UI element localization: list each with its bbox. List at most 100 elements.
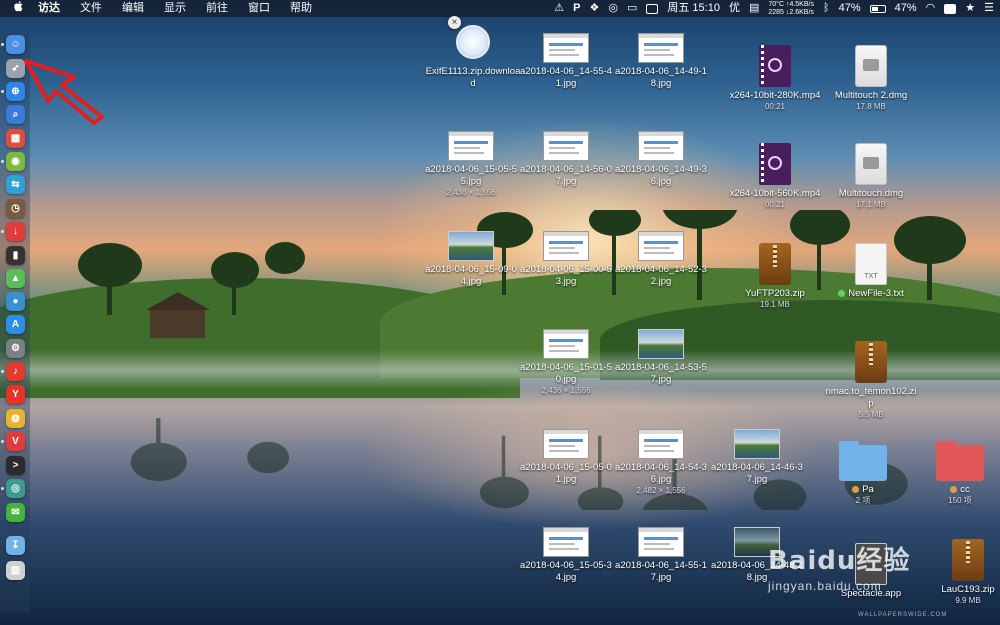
remote-icon[interactable]: ⇆	[6, 175, 25, 194]
square-icon[interactable]	[646, 3, 659, 14]
apple-menu-icon[interactable]	[14, 0, 24, 17]
bluetooth-icon[interactable]: ᛒ	[823, 0, 830, 17]
battery-icon[interactable]	[869, 4, 886, 13]
file-meta: 17.1 MB	[856, 200, 886, 209]
desktop-file[interactable]: YuFTP203.zip 19.1 MB	[727, 240, 823, 310]
file-name: x264-10bit-280K.mp4	[729, 90, 821, 101]
desktop-file[interactable]: a2018-04-06_15-05-01.jpg	[518, 426, 614, 486]
app-store-icon[interactable]: A	[6, 315, 25, 334]
desktop-file[interactable]: ExifE1113.zip.download	[425, 18, 521, 90]
chrome-icon[interactable]: ◍	[6, 409, 25, 428]
file-thumbnail-wrapper	[423, 128, 519, 164]
desktop-file[interactable]: nmac.to_temon102.zip 5.5 MB	[823, 338, 919, 420]
maps-icon[interactable]: ▲	[6, 269, 25, 288]
wechat-dock-icon[interactable]: ✉	[6, 503, 25, 522]
downloads-folder-icon[interactable]: ↧	[6, 536, 25, 555]
desktop-file[interactable]: x264-10bit-560K.mp4 00:21	[727, 140, 823, 210]
desktop-file[interactable]: a2018-04-06_14-52-32.jpg	[613, 228, 709, 288]
desktop-file[interactable]: a2018-04-06_15-05-34.jpg	[518, 524, 614, 584]
baidu-watermark: Baidu经验 jingyan.baidu.com	[768, 540, 948, 593]
activity-monitor-icon[interactable]: ▮	[6, 246, 25, 265]
battery-percent-1[interactable]: 47%	[839, 0, 861, 17]
clock-text[interactable]: 周五 15:10	[667, 0, 720, 17]
trash-icon[interactable]: ▥	[6, 561, 25, 580]
vivaldi-icon[interactable]: V	[6, 432, 25, 451]
glasses-icon[interactable]: ◎	[608, 0, 618, 17]
zip-archive-icon	[855, 341, 887, 383]
menu-view[interactable]: 显示	[164, 0, 186, 17]
desktop-file[interactable]: a2018-04-06_15-05-55.jpg 2,436 × 1,556	[423, 128, 519, 198]
finder-icon[interactable]: ☺	[6, 35, 25, 54]
file-name: Multitouch 2.dmg	[834, 90, 908, 101]
wechat-icon[interactable]: ❖	[589, 0, 599, 17]
desktop-file[interactable]: a2018-04-06_14-46-37.jpg	[709, 426, 805, 486]
file-meta: 150 项	[948, 496, 972, 505]
clock-icon[interactable]: ◷	[6, 199, 25, 218]
desktop-file[interactable]: Pa 2 项	[823, 441, 903, 506]
desktop-file[interactable]: a2018-04-06_14-54-36.jpg 2,482 × 1,556	[613, 426, 709, 496]
desktop-file[interactable]: a2018-04-06_15-09-04.jpg	[423, 228, 519, 288]
paypal-p-icon[interactable]: P	[573, 0, 580, 17]
menu-icon[interactable]: ☰	[984, 0, 994, 17]
input-method-indicator[interactable]: 优	[729, 0, 740, 17]
file-thumbnail-wrapper: TXT	[823, 240, 919, 288]
downie-icon[interactable]: ↓	[6, 222, 25, 241]
desktop-file[interactable]: Multitouch.dmg 17.1 MB	[823, 140, 919, 210]
file-thumbnail-wrapper	[727, 240, 823, 288]
safari-download-icon	[456, 25, 490, 59]
screenshot-thumbnail	[543, 131, 589, 161]
terminal-icon[interactable]: >	[6, 456, 25, 475]
file-name: a2018-04-06_14-46-37.jpg	[711, 462, 803, 485]
desktop-file[interactable]: TXT NewFile-3.txt	[823, 240, 919, 300]
desktop-file[interactable]: a2018-04-06_15-01-50.jpg 2,436 × 1,556	[518, 326, 614, 396]
battery-percent-2[interactable]: 47%	[895, 0, 917, 17]
desktop-file[interactable]: x264-10bit-280K.mp4 00:21	[727, 42, 823, 112]
zip-archive-icon	[952, 539, 984, 581]
scrivener-icon[interactable]	[944, 3, 957, 14]
running-indicator	[1, 160, 4, 163]
mirror-icon[interactable]: ◎	[6, 479, 25, 498]
wifi-icon[interactable]: ◠	[926, 0, 936, 17]
file-name: cc	[920, 484, 1000, 496]
wallpaper-site-watermark: WALLPAPERSWIDE.COM	[858, 612, 948, 618]
menu-window[interactable]: 窗口	[248, 0, 270, 17]
netease-music-icon[interactable]: ♪	[6, 362, 25, 381]
menu-go[interactable]: 前往	[206, 0, 228, 17]
warning-icon[interactable]: ⚠	[554, 0, 564, 17]
text-icon[interactable]: ▤	[749, 0, 759, 17]
watermark-brand: Baidu经验	[768, 546, 911, 576]
file-meta: 5.5 MB	[858, 410, 884, 419]
menu-help[interactable]: 帮助	[290, 0, 312, 17]
calendar-icon[interactable]: ▦	[6, 129, 25, 148]
file-name: YuFTP203.zip	[745, 288, 805, 299]
desktop-file[interactable]: a2018-04-06_14-53-57.jpg	[613, 326, 709, 386]
battery-fill	[871, 6, 878, 11]
file-name: Multitouch.dmg	[838, 188, 904, 199]
desktop-file[interactable]: Multitouch 2.dmg 17.8 MB	[823, 42, 919, 112]
desktop-file[interactable]: a2018-04-06_14-49-36.jpg	[613, 128, 709, 188]
desktop-file[interactable]: cc 150 项	[920, 441, 1000, 506]
desktop-file[interactable]: a2018-04-06_14-49-18.jpg	[613, 30, 709, 90]
menu-bar: 访达 文件 编辑 显示 前往 窗口 帮助 ⚠ P ❖ ◎ ▭ 周五 15:10 …	[0, 0, 1000, 17]
star-icon[interactable]: ★	[965, 0, 975, 17]
file-thumbnail-wrapper	[613, 524, 709, 560]
desktop-file[interactable]: a2018-04-06_14-55-41.jpg	[518, 30, 614, 90]
menu-file[interactable]: 文件	[80, 0, 102, 17]
menu-app-name[interactable]: 访达	[38, 0, 60, 17]
menu-edit[interactable]: 编辑	[122, 0, 144, 17]
watermark-url: jingyan.baidu.com	[768, 579, 882, 593]
video-file-icon	[759, 45, 791, 87]
file-name: a2018-04-06_14-49-36.jpg	[615, 164, 707, 187]
file-name: a2018-04-06_14-49-18.jpg	[615, 66, 707, 89]
desktop-file[interactable]: a2018-04-06_14-55-17.jpg	[613, 524, 709, 584]
display-icon[interactable]: ▭	[627, 0, 637, 17]
siri-icon[interactable]: ●	[6, 292, 25, 311]
system-preferences-icon[interactable]: ⚙	[6, 339, 25, 358]
android-icon[interactable]: ◉	[6, 152, 25, 171]
desktop-file[interactable]: a2018-04-06_14-56-07.jpg	[518, 128, 614, 188]
network-stats[interactable]: 70°C ↑4.5KB/s 2285 ↓2.6KB/s	[768, 1, 814, 16]
file-thumbnail-wrapper	[613, 30, 709, 66]
desktop-file[interactable]: a2018-04-06_15-00-53.jpg	[518, 228, 614, 288]
file-meta: 2,436 × 1,556	[446, 188, 496, 197]
yandex-icon[interactable]: Y	[6, 385, 25, 404]
